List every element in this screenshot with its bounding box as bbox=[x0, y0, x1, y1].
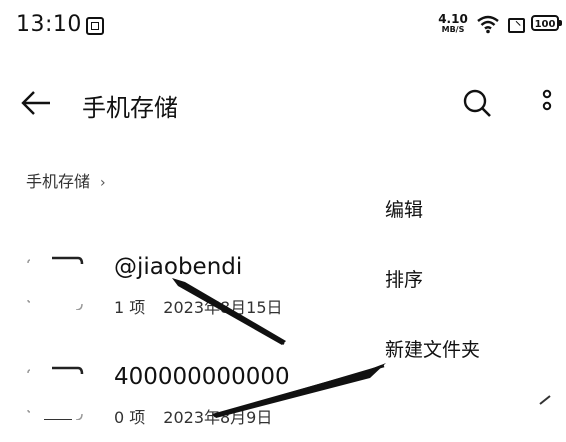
status-bar: 13:10 4.10 MB/S 100 bbox=[0, 0, 566, 52]
breadcrumb-label: 手机存储 bbox=[26, 172, 91, 191]
menu-item-new-folder[interactable]: 新建文件夹 bbox=[385, 334, 545, 366]
network-speed-value: 4.10 bbox=[438, 12, 468, 26]
more-vertical-icon[interactable] bbox=[536, 86, 558, 120]
wifi-icon bbox=[477, 15, 499, 34]
menu-item-sort[interactable]: 排序 bbox=[385, 264, 545, 296]
item-count: 1 项 bbox=[114, 298, 146, 317]
breadcrumb[interactable]: 手机存储 › bbox=[26, 168, 106, 192]
file-name: 400000000000 bbox=[114, 364, 290, 390]
file-meta: 0 项 2023年8月9日 bbox=[114, 404, 272, 428]
item-count: 0 项 bbox=[114, 408, 146, 427]
sim-icon bbox=[508, 18, 525, 33]
battery-icon: 100 bbox=[531, 15, 562, 31]
folder-icon bbox=[27, 256, 84, 310]
modified-date: 2023年8月9日 bbox=[163, 408, 273, 427]
file-name: @jiaobendi bbox=[114, 254, 243, 280]
network-speed-unit: MB/S bbox=[441, 25, 465, 34]
folder-icon bbox=[27, 366, 84, 420]
modified-date: 2023年8月15日 bbox=[163, 298, 283, 317]
file-meta: 1 项 2023年8月15日 bbox=[114, 294, 283, 318]
overflow-menu: 编辑 排序 新建文件夹 bbox=[365, 180, 566, 380]
notification-icon bbox=[86, 17, 104, 35]
network-speed: 4.10 MB/S bbox=[438, 13, 468, 34]
page-title: 手机存储 bbox=[82, 94, 178, 122]
app-bar: 手机存储 bbox=[0, 70, 566, 134]
phone-screen: 13:10 4.10 MB/S 100 手机存储 手机存储 › @jiaoben… bbox=[0, 0, 566, 442]
menu-item-edit[interactable]: 编辑 bbox=[385, 194, 545, 226]
scroll-indicator-icon bbox=[539, 395, 551, 405]
chevron-right-icon: › bbox=[100, 175, 106, 191]
arrow-left-icon[interactable] bbox=[20, 86, 54, 120]
status-time: 13:10 bbox=[16, 12, 82, 37]
search-icon[interactable] bbox=[460, 86, 494, 120]
